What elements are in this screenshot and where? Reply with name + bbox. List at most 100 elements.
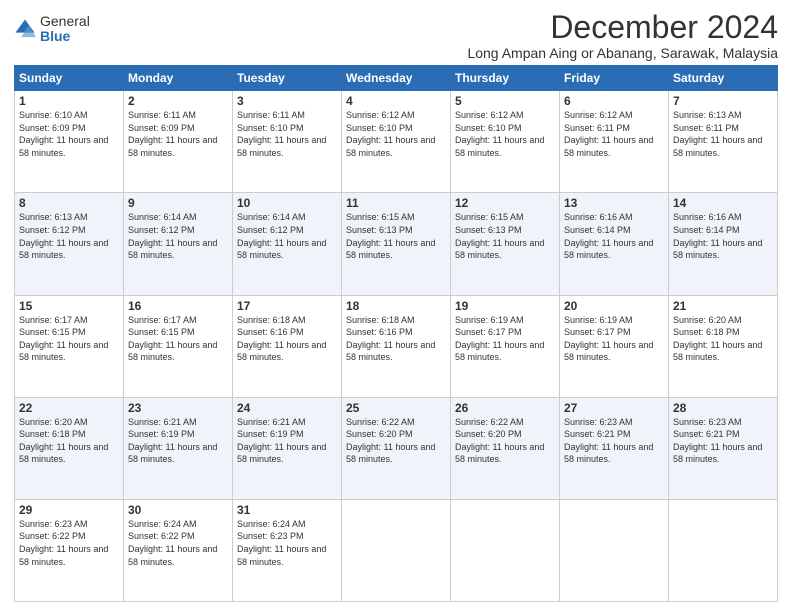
sunset-label: Sunset: 6:18 PM — [19, 429, 86, 439]
daylight-label: Daylight: 11 hours and 58 minutes. — [346, 340, 435, 363]
day-number: 27 — [564, 401, 664, 415]
daylight-label: Daylight: 11 hours and 58 minutes. — [346, 238, 435, 261]
sunset-label: Sunset: 6:20 PM — [455, 429, 522, 439]
daylight-label: Daylight: 11 hours and 58 minutes. — [237, 238, 326, 261]
sunrise-label: Sunrise: 6:19 AM — [455, 315, 524, 325]
daylight-label: Daylight: 11 hours and 58 minutes. — [128, 544, 217, 567]
sunrise-label: Sunrise: 6:11 AM — [237, 110, 305, 120]
sunset-label: Sunset: 6:18 PM — [673, 327, 740, 337]
sunset-label: Sunset: 6:19 PM — [237, 429, 304, 439]
daylight-label: Daylight: 11 hours and 58 minutes. — [128, 340, 217, 363]
sunset-label: Sunset: 6:12 PM — [237, 225, 304, 235]
sunrise-label: Sunrise: 6:22 AM — [455, 417, 524, 427]
sunrise-label: Sunrise: 6:24 AM — [237, 519, 306, 529]
day-info: Sunrise: 6:23 AM Sunset: 6:21 PM Dayligh… — [564, 416, 664, 466]
daylight-label: Daylight: 11 hours and 58 minutes. — [564, 340, 653, 363]
day-info: Sunrise: 6:21 AM Sunset: 6:19 PM Dayligh… — [128, 416, 228, 466]
day-info: Sunrise: 6:22 AM Sunset: 6:20 PM Dayligh… — [346, 416, 446, 466]
header-tuesday: Tuesday — [233, 66, 342, 91]
header-saturday: Saturday — [669, 66, 778, 91]
day-number: 16 — [128, 299, 228, 313]
table-row: 8 Sunrise: 6:13 AM Sunset: 6:12 PM Dayli… — [15, 193, 124, 295]
header-friday: Friday — [560, 66, 669, 91]
day-number: 28 — [673, 401, 773, 415]
sunrise-label: Sunrise: 6:24 AM — [128, 519, 197, 529]
day-number: 7 — [673, 94, 773, 108]
daylight-label: Daylight: 11 hours and 58 minutes. — [564, 442, 653, 465]
sunrise-label: Sunrise: 6:23 AM — [673, 417, 742, 427]
sunset-label: Sunset: 6:23 PM — [237, 531, 304, 541]
sunset-label: Sunset: 6:16 PM — [346, 327, 413, 337]
table-row: 16 Sunrise: 6:17 AM Sunset: 6:15 PM Dayl… — [124, 295, 233, 397]
day-info: Sunrise: 6:22 AM Sunset: 6:20 PM Dayligh… — [455, 416, 555, 466]
day-number: 3 — [237, 94, 337, 108]
header-wednesday: Wednesday — [342, 66, 451, 91]
sunrise-label: Sunrise: 6:13 AM — [673, 110, 742, 120]
daylight-label: Daylight: 11 hours and 58 minutes. — [564, 135, 653, 158]
day-number: 25 — [346, 401, 446, 415]
daylight-label: Daylight: 11 hours and 58 minutes. — [346, 135, 435, 158]
daylight-label: Daylight: 11 hours and 58 minutes. — [128, 442, 217, 465]
day-info: Sunrise: 6:16 AM Sunset: 6:14 PM Dayligh… — [673, 211, 773, 261]
day-number: 17 — [237, 299, 337, 313]
day-number: 4 — [346, 94, 446, 108]
table-row: 24 Sunrise: 6:21 AM Sunset: 6:19 PM Dayl… — [233, 397, 342, 499]
daylight-label: Daylight: 11 hours and 58 minutes. — [237, 135, 326, 158]
day-number: 9 — [128, 196, 228, 210]
day-info: Sunrise: 6:19 AM Sunset: 6:17 PM Dayligh… — [455, 314, 555, 364]
calendar-week-4: 22 Sunrise: 6:20 AM Sunset: 6:18 PM Dayl… — [15, 397, 778, 499]
sunset-label: Sunset: 6:21 PM — [673, 429, 740, 439]
calendar-week-3: 15 Sunrise: 6:17 AM Sunset: 6:15 PM Dayl… — [15, 295, 778, 397]
day-info: Sunrise: 6:16 AM Sunset: 6:14 PM Dayligh… — [564, 211, 664, 261]
daylight-label: Daylight: 11 hours and 58 minutes. — [128, 135, 217, 158]
table-row: 27 Sunrise: 6:23 AM Sunset: 6:21 PM Dayl… — [560, 397, 669, 499]
daylight-label: Daylight: 11 hours and 58 minutes. — [237, 544, 326, 567]
header-monday: Monday — [124, 66, 233, 91]
day-number: 5 — [455, 94, 555, 108]
table-row: 18 Sunrise: 6:18 AM Sunset: 6:16 PM Dayl… — [342, 295, 451, 397]
daylight-label: Daylight: 11 hours and 58 minutes. — [455, 442, 544, 465]
header-thursday: Thursday — [451, 66, 560, 91]
sunrise-label: Sunrise: 6:14 AM — [128, 212, 197, 222]
sunset-label: Sunset: 6:14 PM — [673, 225, 740, 235]
sunset-label: Sunset: 6:21 PM — [564, 429, 631, 439]
table-row: 13 Sunrise: 6:16 AM Sunset: 6:14 PM Dayl… — [560, 193, 669, 295]
table-row: 26 Sunrise: 6:22 AM Sunset: 6:20 PM Dayl… — [451, 397, 560, 499]
table-row: 3 Sunrise: 6:11 AM Sunset: 6:10 PM Dayli… — [233, 91, 342, 193]
day-number: 1 — [19, 94, 119, 108]
day-number: 24 — [237, 401, 337, 415]
day-number: 20 — [564, 299, 664, 313]
day-info: Sunrise: 6:13 AM Sunset: 6:11 PM Dayligh… — [673, 109, 773, 159]
day-info: Sunrise: 6:10 AM Sunset: 6:09 PM Dayligh… — [19, 109, 119, 159]
sunset-label: Sunset: 6:13 PM — [346, 225, 413, 235]
sunrise-label: Sunrise: 6:21 AM — [237, 417, 306, 427]
sunset-label: Sunset: 6:22 PM — [128, 531, 195, 541]
sunrise-label: Sunrise: 6:13 AM — [19, 212, 88, 222]
day-info: Sunrise: 6:11 AM Sunset: 6:10 PM Dayligh… — [237, 109, 337, 159]
day-number: 19 — [455, 299, 555, 313]
table-row: 19 Sunrise: 6:19 AM Sunset: 6:17 PM Dayl… — [451, 295, 560, 397]
daylight-label: Daylight: 11 hours and 58 minutes. — [19, 442, 108, 465]
sunset-label: Sunset: 6:11 PM — [673, 123, 739, 133]
sunset-label: Sunset: 6:15 PM — [19, 327, 86, 337]
day-info: Sunrise: 6:17 AM Sunset: 6:15 PM Dayligh… — [128, 314, 228, 364]
sunset-label: Sunset: 6:10 PM — [455, 123, 522, 133]
day-info: Sunrise: 6:12 AM Sunset: 6:11 PM Dayligh… — [564, 109, 664, 159]
sunset-label: Sunset: 6:13 PM — [455, 225, 522, 235]
logo-blue-text: Blue — [40, 29, 90, 44]
daylight-label: Daylight: 11 hours and 58 minutes. — [564, 238, 653, 261]
day-number: 11 — [346, 196, 446, 210]
table-row: 15 Sunrise: 6:17 AM Sunset: 6:15 PM Dayl… — [15, 295, 124, 397]
day-info: Sunrise: 6:12 AM Sunset: 6:10 PM Dayligh… — [346, 109, 446, 159]
day-number: 10 — [237, 196, 337, 210]
sunset-label: Sunset: 6:14 PM — [564, 225, 631, 235]
weekday-header-row: Sunday Monday Tuesday Wednesday Thursday… — [15, 66, 778, 91]
header-sunday: Sunday — [15, 66, 124, 91]
day-info: Sunrise: 6:24 AM Sunset: 6:23 PM Dayligh… — [237, 518, 337, 568]
day-info: Sunrise: 6:23 AM Sunset: 6:22 PM Dayligh… — [19, 518, 119, 568]
day-info: Sunrise: 6:24 AM Sunset: 6:22 PM Dayligh… — [128, 518, 228, 568]
header: General Blue December 2024 Long Ampan Ai… — [14, 10, 778, 61]
table-row: 11 Sunrise: 6:15 AM Sunset: 6:13 PM Dayl… — [342, 193, 451, 295]
table-row: 17 Sunrise: 6:18 AM Sunset: 6:16 PM Dayl… — [233, 295, 342, 397]
sunset-label: Sunset: 6:19 PM — [128, 429, 195, 439]
